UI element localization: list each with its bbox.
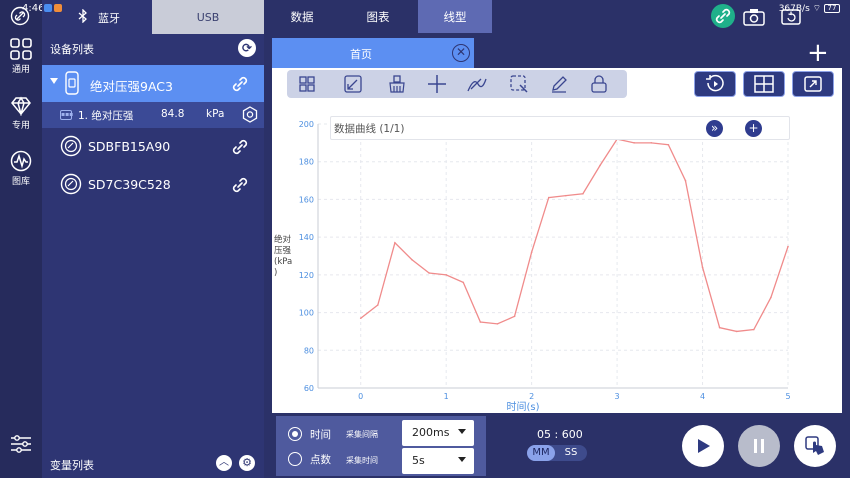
data-point	[684, 179, 687, 182]
pause-icon	[754, 439, 764, 453]
y-tick-label: 120	[299, 271, 314, 280]
x-tick-label: 0	[358, 392, 363, 401]
duration-select[interactable]: 5s	[402, 448, 474, 474]
x-axis-label: 时间(s)	[506, 400, 539, 413]
y-tick-label: 80	[304, 346, 314, 355]
y-tick-label: 180	[299, 158, 314, 167]
chart-title-bar: 数据曲线 (1/1) » +	[330, 116, 790, 140]
data-point	[735, 330, 738, 333]
y-tick-label: 140	[299, 233, 314, 242]
touch-mode-button[interactable]	[794, 425, 836, 467]
line-chart: 60 80 100 120 140 160 180 200 0 1 2 3 4 5 时间(s) 绝对压强(kP…	[274, 120, 791, 413]
data-point	[411, 258, 413, 261]
data-point	[633, 142, 635, 144]
pause-button[interactable]	[738, 425, 780, 467]
data-point	[753, 328, 755, 331]
data-point	[718, 326, 721, 329]
add-curve-icon[interactable]: +	[745, 120, 762, 137]
interval-label: 采集间隔	[346, 430, 378, 439]
x-tick-label: 4	[700, 392, 705, 401]
y-tick-label: 200	[299, 120, 314, 129]
x-tick-label: 5	[785, 392, 790, 401]
interval-value: 200ms	[412, 426, 450, 439]
data-point	[599, 164, 601, 167]
chart-title: 数据曲线 (1/1)	[334, 123, 405, 135]
interval-select[interactable]: 200ms	[402, 420, 474, 446]
chevron-down-icon	[458, 429, 466, 434]
data-point	[359, 317, 362, 320]
elapsed-timer: 05 : 600	[537, 428, 583, 441]
y-tick-label: 60	[304, 384, 314, 393]
expand-down-icon[interactable]: »	[706, 120, 723, 137]
radio-time[interactable]	[288, 427, 302, 441]
play-button[interactable]	[682, 425, 724, 467]
data-point	[479, 321, 482, 323]
play-icon	[698, 439, 710, 453]
data-series-line	[360, 138, 789, 333]
data-point	[650, 142, 653, 144]
y-axis-label: 绝对	[274, 234, 292, 245]
x-tick-label: 3	[615, 392, 620, 401]
data-point	[496, 323, 499, 325]
data-point	[787, 245, 789, 248]
touch-icon	[805, 436, 824, 455]
radio-count[interactable]	[288, 452, 302, 466]
data-point	[770, 296, 772, 299]
duration-label: 采集时间	[346, 456, 378, 465]
data-point	[547, 196, 550, 199]
x-tick-label: 1	[444, 392, 449, 401]
format-ss[interactable]: SS	[557, 445, 585, 461]
acquisition-controls: 时间 采集间隔 200ms 点数 采集时间 5s	[276, 416, 486, 476]
data-point	[582, 192, 584, 195]
data-point	[667, 143, 670, 146]
data-point	[445, 274, 447, 276]
data-point	[394, 242, 396, 244]
y-tick-label: 160	[299, 195, 314, 204]
data-point	[462, 281, 465, 284]
chevron-down-icon	[458, 457, 466, 462]
data-point	[701, 266, 704, 269]
x-tick-label: 2	[529, 392, 534, 401]
time-format-toggle[interactable]: MM SS	[527, 445, 587, 461]
y-tick-label: 100	[299, 309, 314, 318]
data-point	[530, 251, 533, 254]
data-point	[428, 272, 430, 274]
duration-value: 5s	[412, 454, 425, 467]
y-axis-label: )	[274, 268, 277, 278]
data-point	[565, 194, 567, 197]
y-axis-label: 压强	[274, 246, 292, 256]
radio-time-label: 时间	[310, 429, 331, 441]
format-mm[interactable]: MM	[527, 445, 555, 461]
y-axis-label: (kPa	[274, 257, 292, 267]
data-point	[377, 304, 379, 306]
data-point	[513, 315, 516, 318]
radio-count-label: 点数	[310, 454, 331, 466]
